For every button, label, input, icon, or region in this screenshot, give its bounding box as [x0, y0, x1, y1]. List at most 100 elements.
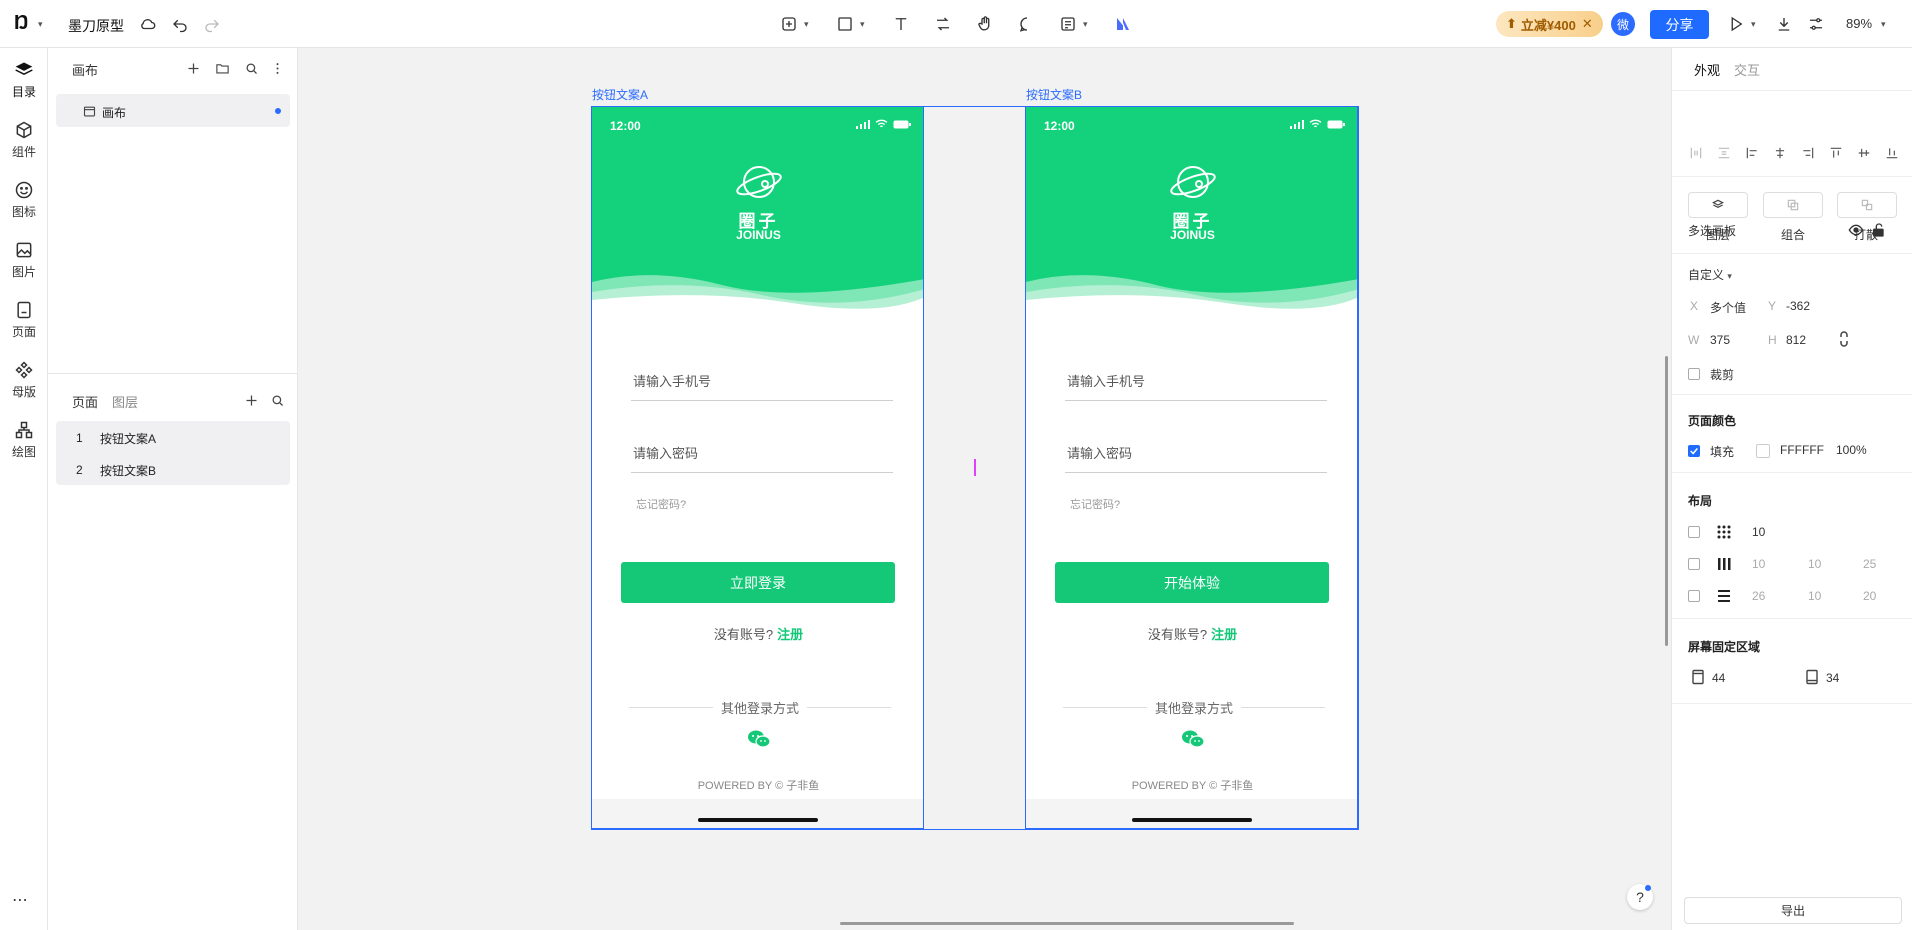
register-link[interactable]: 注册 [777, 627, 803, 642]
layer-button[interactable] [1688, 192, 1748, 218]
cloud-sync-icon[interactable] [136, 12, 160, 36]
kebab-menu-icon[interactable] [268, 59, 286, 77]
note-icon[interactable] [1056, 12, 1080, 36]
wechat-icon[interactable] [747, 729, 771, 749]
note-chevron-icon[interactable]: ▾ [1083, 19, 1088, 30]
app-logo[interactable]: Ŋ [14, 12, 29, 35]
phone-input[interactable]: 请输入手机号 [631, 371, 893, 401]
add-icon[interactable] [184, 59, 202, 77]
folder-icon[interactable] [213, 59, 231, 77]
x-input[interactable]: 多个值 [1710, 299, 1746, 316]
fill-checkbox[interactable] [1688, 445, 1700, 457]
tab-interaction[interactable]: 交互 [1734, 60, 1760, 79]
tab-layers[interactable]: 图层 [112, 392, 138, 411]
connector-icon[interactable] [931, 12, 955, 36]
distribute-horizontal-icon[interactable] [1687, 144, 1705, 162]
more-icon[interactable]: ⋯ [12, 890, 28, 910]
avatar[interactable]: 微 [1611, 12, 1635, 36]
align-left-icon[interactable] [1743, 144, 1761, 162]
columns-gutter-input[interactable]: 10 [1808, 557, 1821, 571]
password-input[interactable]: 请输入密码 [1065, 443, 1327, 473]
fixed-top-input[interactable]: 44 [1712, 671, 1725, 685]
rail-item-pages[interactable]: 页面 [0, 295, 48, 345]
frame-label-a[interactable]: 按钮文案A [592, 86, 648, 103]
phone-frame-b[interactable]: 12:00 圈子 JOINUS 请输入手机号 请输入密码 忘记密码? 开始体验 … [1025, 106, 1358, 829]
rows-checkbox[interactable] [1688, 590, 1700, 602]
tab-appearance[interactable]: 外观 [1694, 60, 1720, 79]
play-icon[interactable] [1724, 12, 1748, 36]
grid-checkbox[interactable] [1688, 526, 1700, 538]
close-promo-icon[interactable]: ✕ [1582, 16, 1593, 32]
rail-item-components[interactable]: 组件 [0, 115, 48, 165]
canvas-list-item[interactable]: 画布 [56, 94, 290, 127]
search-icon[interactable] [242, 59, 260, 77]
download-icon[interactable] [1772, 12, 1796, 36]
zoom-chevron-icon[interactable]: ▾ [1881, 19, 1886, 30]
design-canvas[interactable]: 按钮文案A 按钮文案B 12:00 圈子 JOINUS 请输入手机号 请输入密码… [298, 48, 1671, 930]
lock-ratio-icon[interactable] [1838, 331, 1850, 347]
export-button[interactable]: 导出 [1684, 897, 1902, 924]
align-center-h-icon[interactable] [1771, 144, 1789, 162]
size-preset-select[interactable]: 自定义 ▾ [1688, 266, 1732, 283]
align-top-icon[interactable] [1827, 144, 1845, 162]
comment-icon[interactable] [1015, 12, 1039, 36]
password-input[interactable]: 请输入密码 [631, 443, 893, 473]
fixed-bottom-input[interactable]: 34 [1826, 671, 1839, 685]
text-icon[interactable] [889, 12, 913, 36]
insert-chevron-icon[interactable]: ▾ [804, 19, 809, 30]
phone-frame-a[interactable]: 12:00 圈子 JOINUS 请输入手机号 请输入密码 忘记密码? 立即登录 … [591, 106, 924, 829]
group-button[interactable] [1763, 192, 1823, 218]
insert-icon[interactable] [777, 12, 801, 36]
clip-checkbox[interactable] [1688, 368, 1700, 380]
opacity-input[interactable]: 100% [1836, 443, 1867, 457]
zoom-level[interactable]: 89% [1846, 16, 1872, 31]
h-input[interactable]: 812 [1786, 333, 1806, 347]
frame-label-b[interactable]: 按钮文案B [1026, 86, 1082, 103]
color-swatch[interactable] [1756, 444, 1770, 458]
rail-item-draw[interactable]: 绘图 [0, 415, 48, 465]
rail-item-icons[interactable]: 图标 [0, 175, 48, 225]
eye-icon[interactable] [1848, 222, 1864, 238]
align-right-icon[interactable] [1799, 144, 1817, 162]
rail-item-master[interactable]: 母版 [0, 355, 48, 405]
distribute-vertical-icon[interactable] [1715, 144, 1733, 162]
forgot-password-link[interactable]: 忘记密码? [636, 496, 686, 512]
align-bottom-icon[interactable] [1883, 144, 1901, 162]
rail-item-images[interactable]: 图片 [0, 235, 48, 285]
logo-menu-chevron-icon[interactable]: ▾ [38, 19, 43, 30]
add-page-icon[interactable] [242, 391, 260, 409]
ungroup-button[interactable] [1837, 192, 1897, 218]
redo-icon[interactable] [200, 12, 224, 36]
share-button[interactable]: 分享 [1650, 10, 1709, 39]
tab-pages[interactable]: 页面 [72, 392, 98, 411]
settings-sliders-icon[interactable] [1804, 12, 1828, 36]
wechat-icon[interactable] [1181, 729, 1205, 749]
search-pages-icon[interactable] [268, 391, 286, 409]
w-input[interactable]: 375 [1710, 333, 1730, 347]
vertical-scrollbar[interactable] [1665, 356, 1668, 646]
align-middle-icon[interactable] [1855, 144, 1873, 162]
rows-count-input[interactable]: 26 [1752, 589, 1765, 603]
columns-checkbox[interactable] [1688, 558, 1700, 570]
horizontal-scrollbar[interactable] [840, 922, 1294, 925]
rectangle-icon[interactable] [833, 12, 857, 36]
rows-gutter-input[interactable]: 10 [1808, 589, 1821, 603]
columns-margin-input[interactable]: 25 [1863, 557, 1876, 571]
start-button[interactable]: 开始体验 [1055, 562, 1329, 603]
grid-size-input[interactable]: 10 [1752, 525, 1765, 539]
shape-chevron-icon[interactable]: ▾ [860, 19, 865, 30]
hand-icon[interactable] [973, 12, 997, 36]
color-hex-input[interactable]: FFFFFF [1780, 443, 1824, 457]
unlock-icon[interactable] [1871, 222, 1887, 238]
login-button[interactable]: 立即登录 [621, 562, 895, 603]
rows-margin-input[interactable]: 20 [1863, 589, 1876, 603]
forgot-password-link[interactable]: 忘记密码? [1070, 496, 1120, 512]
columns-count-input[interactable]: 10 [1752, 557, 1765, 571]
promo-badge[interactable]: ⬆ 立减¥400 ✕ [1496, 11, 1603, 37]
ai-logo-icon[interactable] [1111, 12, 1135, 36]
play-chevron-icon[interactable]: ▾ [1751, 19, 1756, 30]
undo-icon[interactable] [168, 12, 192, 36]
page-row[interactable]: 1 按钮文案A [56, 423, 290, 453]
rail-item-catalog[interactable]: 目录 [0, 55, 48, 105]
register-link[interactable]: 注册 [1211, 627, 1237, 642]
